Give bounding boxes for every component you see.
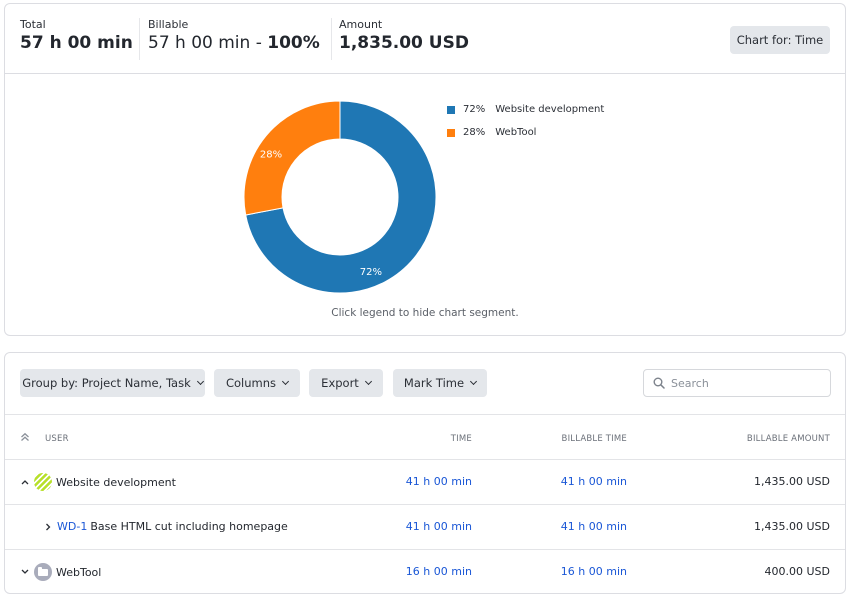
stat-total: Total 57 h 00 min [20, 18, 133, 53]
time-link[interactable]: 16 h 00 min [406, 565, 472, 578]
time-link[interactable]: 41 h 00 min [406, 520, 472, 533]
columns-label: Columns [225, 376, 277, 390]
chevron-down-icon [196, 377, 204, 386]
row-name: Website development [20, 473, 176, 491]
summary-card: Total 57 h 00 min Billable 57 h 00 min -… [4, 3, 846, 336]
table-row: WD-1 Base HTML cut including homepage 41… [5, 504, 845, 549]
chevron-up-icon[interactable] [20, 479, 30, 485]
donut-slice-label: 28% [260, 150, 282, 161]
table-row: WebTool 16 h 00 min 16 h 00 min 400.00 U… [5, 549, 845, 594]
chevron-down-icon [364, 377, 372, 386]
divider [331, 18, 332, 60]
billable-value: 57 h 00 min - 100% [148, 33, 320, 53]
group-by-dropdown[interactable]: Group by: Project Name, Task [20, 369, 205, 397]
search-icon [653, 377, 665, 389]
legend-swatch [447, 128, 455, 137]
chart-hint: Click legend to hide chart segment. [331, 307, 519, 319]
billable-time-link[interactable]: 16 h 00 min [561, 565, 627, 578]
legend-item-website-development[interactable]: 72% Website development [447, 104, 604, 115]
report-table-card: Group by: Project Name, Task Columns Exp… [4, 352, 846, 594]
stat-amount: Amount 1,835.00 USD [339, 18, 469, 53]
task-name: Base HTML cut including homepage [90, 520, 288, 533]
table-header: USER TIME BILLABLE TIME BILLABLE AMOUNT [5, 414, 845, 459]
billable-amount: 1,435.00 USD [754, 475, 830, 488]
billable-amount: 1,435.00 USD [754, 520, 830, 533]
search-input[interactable] [671, 376, 821, 390]
billable-percent: 100% [267, 33, 320, 53]
amount-value: 1,835.00 USD [339, 33, 469, 53]
folder-icon [34, 563, 52, 581]
collapse-all-icon[interactable] [20, 432, 30, 442]
project-avatar [34, 473, 52, 491]
total-label: Total [20, 18, 46, 31]
legend-percent: 28% [463, 127, 486, 138]
chart-for-button[interactable]: Chart for: Time [730, 26, 830, 54]
column-header-user[interactable]: USER [45, 434, 69, 444]
summary-header: Total 57 h 00 min Billable 57 h 00 min -… [5, 4, 845, 74]
time-link[interactable]: 41 h 00 min [406, 475, 472, 488]
table-row: Website development 41 h 00 min 41 h 00 … [5, 459, 845, 504]
export-label: Export [321, 376, 359, 390]
search-box[interactable] [643, 369, 831, 397]
column-header-billable-time[interactable]: BILLABLE TIME [562, 434, 627, 444]
row-name: WD-1 Base HTML cut including homepage [43, 520, 288, 533]
stat-billable: Billable 57 h 00 min - 100% [148, 18, 320, 53]
donut-slice-label: 72% [360, 267, 382, 278]
column-header-billable-amount[interactable]: BILLABLE AMOUNT [747, 434, 830, 444]
divider [139, 18, 140, 60]
legend-label: WebTool [495, 127, 537, 138]
group-by-label: Group by: Project Name, Task [22, 376, 191, 390]
legend-label: Website development [495, 104, 605, 115]
amount-label: Amount [339, 18, 383, 31]
chevron-right-icon[interactable] [43, 523, 53, 531]
billable-amount: 400.00 USD [764, 565, 831, 578]
legend-percent: 72% [463, 104, 486, 115]
project-name: Website development [56, 475, 176, 489]
task-id-link[interactable]: WD-1 [57, 520, 87, 533]
billable-time-link[interactable]: 41 h 00 min [561, 475, 627, 488]
donut-slice-webtool[interactable] [243, 100, 341, 216]
chevron-down-icon [470, 377, 478, 386]
mark-time-dropdown[interactable]: Mark Time [393, 369, 487, 397]
donut-chart: 72% 28% [243, 100, 437, 294]
billable-time: 57 h 00 min - [148, 33, 268, 53]
chevron-down-icon [281, 377, 290, 386]
mark-time-label: Mark Time [403, 376, 465, 390]
legend-swatch [447, 105, 455, 114]
chevron-down-icon[interactable] [20, 569, 30, 575]
total-value: 57 h 00 min [20, 33, 133, 53]
row-name: WebTool [20, 563, 101, 581]
export-dropdown[interactable]: Export [309, 369, 383, 397]
column-header-time[interactable]: TIME [451, 434, 472, 444]
billable-label: Billable [148, 18, 189, 31]
columns-dropdown[interactable]: Columns [214, 369, 300, 397]
billable-time-link[interactable]: 41 h 00 min [561, 520, 627, 533]
legend-item-webtool[interactable]: 28% WebTool [447, 127, 536, 138]
project-name: WebTool [56, 565, 102, 579]
